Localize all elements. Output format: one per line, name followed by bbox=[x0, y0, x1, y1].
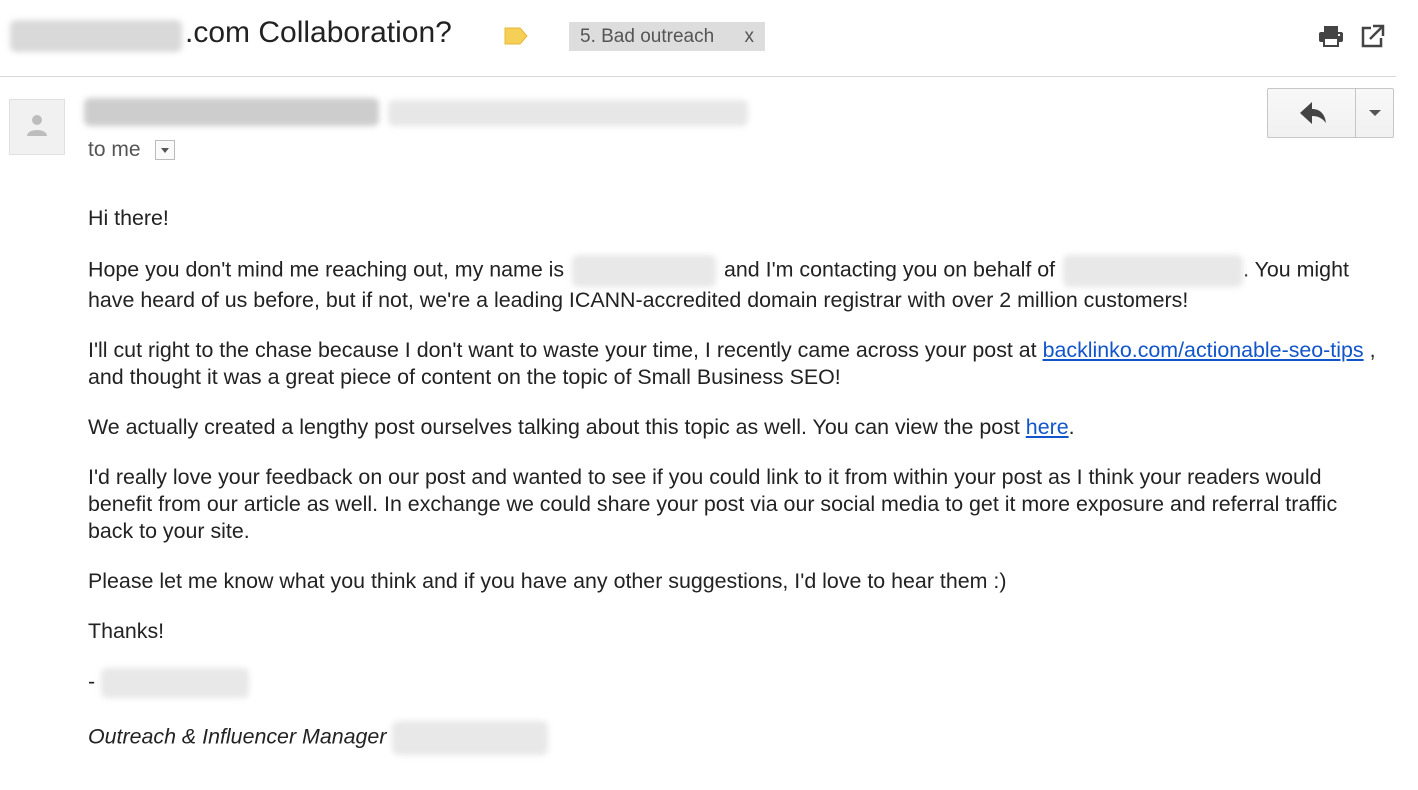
intro-text-1: Hope you don't mind me reaching out, my … bbox=[88, 257, 565, 282]
here-link[interactable]: here bbox=[1026, 415, 1069, 439]
feedback-paragraph: I'd really love your feedback on our pos… bbox=[88, 465, 1338, 543]
redacted-sender-name bbox=[84, 98, 379, 126]
redacted-sender-email bbox=[388, 100, 748, 126]
reply-button[interactable] bbox=[1268, 89, 1355, 137]
recipient-to-me: to me bbox=[88, 138, 141, 161]
suggestions-paragraph: Please let me know what you think and if… bbox=[88, 569, 1007, 593]
email-header: .com Collaboration? 5. Bad outreach x bbox=[0, 0, 1396, 77]
signature-title: Outreach & Influencer Manager bbox=[88, 724, 387, 749]
popout-icon[interactable] bbox=[1361, 24, 1385, 48]
remove-label-button[interactable]: x bbox=[745, 22, 755, 51]
signature-dash: - bbox=[88, 669, 96, 694]
view-post-paragraph: We actually created a lengthy post ourse… bbox=[88, 414, 1378, 441]
label-tag-icon bbox=[504, 27, 528, 45]
person-icon bbox=[27, 115, 47, 136]
email-subject: .com Collaboration? bbox=[185, 16, 452, 49]
post-text-1: I'll cut right to the chase because I do… bbox=[88, 338, 1037, 362]
intro-paragraph: Hope you don't mind me reaching out, my … bbox=[88, 255, 1378, 314]
redacted-signature-name bbox=[101, 668, 250, 698]
label-chip-text: 5. Bad outreach bbox=[580, 26, 715, 47]
post-link[interactable]: backlinko.com/actionable-seo-tips bbox=[1043, 338, 1364, 362]
reply-arrow-icon bbox=[1300, 102, 1326, 124]
view-post-period: . bbox=[1068, 415, 1075, 439]
redacted-subject-prefix bbox=[10, 20, 182, 52]
signature-name-line: - bbox=[88, 668, 1378, 698]
redacted-signature-company bbox=[392, 721, 549, 755]
message-body: Hi there! Hope you don't mind me reachin… bbox=[88, 205, 1378, 778]
view-post-text: We actually created a lengthy post ourse… bbox=[88, 415, 1020, 439]
thanks-line: Thanks! bbox=[88, 619, 165, 643]
post-paragraph: I'll cut right to the chase because I do… bbox=[88, 337, 1378, 391]
label-chip[interactable]: 5. Bad outreach x bbox=[569, 22, 765, 51]
redacted-sender-first-name bbox=[572, 255, 717, 287]
greeting: Hi there! bbox=[88, 206, 169, 230]
more-actions-button[interactable] bbox=[1356, 89, 1393, 137]
reply-button-group bbox=[1267, 88, 1394, 138]
signature-title-line: Outreach & Influencer Manager bbox=[88, 721, 1378, 755]
intro-text-2: and I'm contacting you on behalf of bbox=[724, 257, 1056, 282]
recipient-details-dropdown[interactable] bbox=[155, 140, 175, 160]
redacted-company bbox=[1063, 255, 1244, 287]
avatar bbox=[9, 99, 65, 155]
print-icon[interactable] bbox=[1318, 24, 1344, 48]
